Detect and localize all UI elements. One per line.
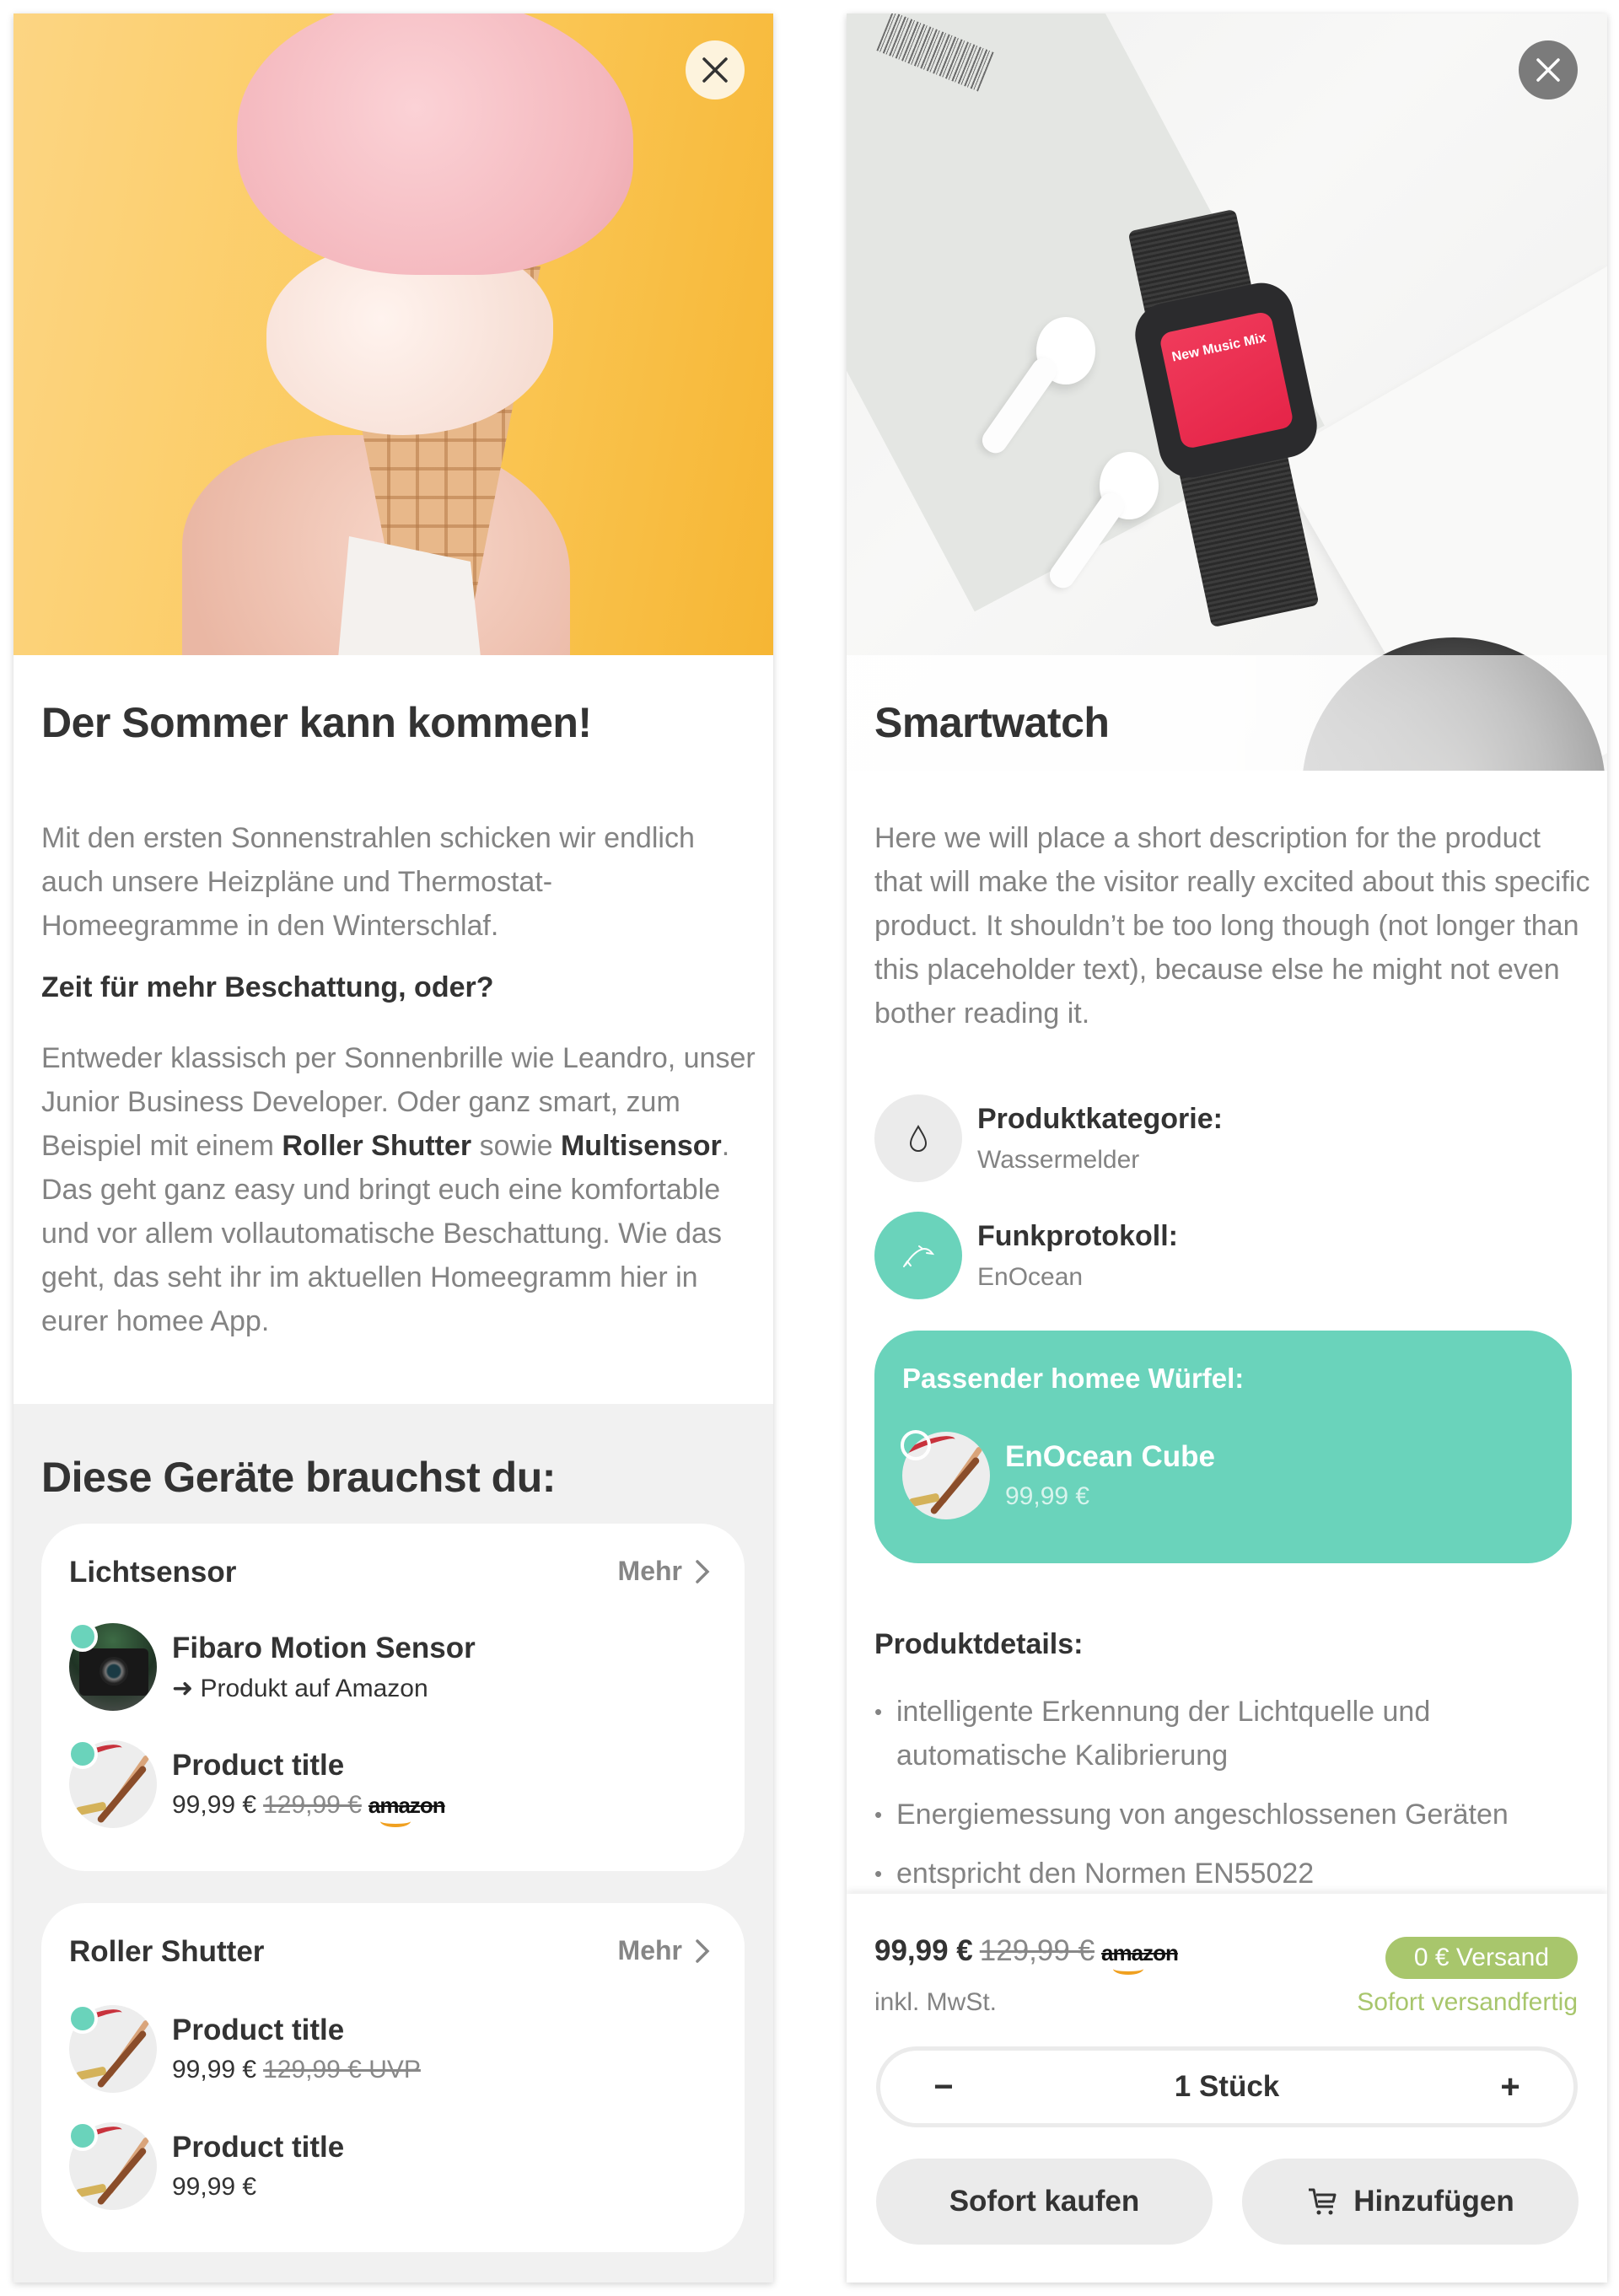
product-title: Product title [172, 1749, 345, 1782]
icon-circle [874, 1094, 962, 1182]
details-list: intelligente Erkennung der Lichtquelle u… [874, 1690, 1574, 1911]
scoop-shape [237, 13, 633, 275]
status-dot [67, 1621, 98, 1652]
cube-product-item[interactable]: EnOcean Cube 99,99 € [901, 1430, 1215, 1519]
buy-now-label: Sofort kaufen [949, 2185, 1140, 2218]
close-button[interactable] [686, 40, 745, 99]
device-group-title: Lichtsensor [69, 1556, 237, 1589]
amazon-product-link[interactable]: ➜ Produkt auf Amazon [172, 1674, 428, 1703]
product-title: Smartwatch [874, 699, 1110, 746]
product-item[interactable]: Product title 99,99 € 129,99 € UVP [67, 2003, 421, 2094]
devices-heading: Diese Geräte brauchst du: [41, 1454, 556, 1501]
watch-screen: New Music Mix [1158, 310, 1295, 450]
decrement-button[interactable]: − [927, 2068, 960, 2106]
chevron-right-icon [696, 1938, 710, 1963]
close-icon [1536, 58, 1560, 82]
details-item: intelligente Erkennung der Lichtquelle u… [874, 1690, 1574, 1777]
article-intro: Mit den ersten Sonnenstrahlen schicken w… [41, 822, 695, 942]
details-heading: Produktdetails: [874, 1628, 1084, 1660]
attribute-label: Funkprotokoll: [977, 1219, 1178, 1252]
product-old-price: 129,99 € [263, 1791, 362, 1819]
status-dot [67, 2121, 98, 2151]
multisensor-link[interactable]: Multisensor [561, 1130, 722, 1162]
shipping-badge: 0 € Versand [1385, 1937, 1578, 1979]
product-price: 99,99 € [172, 2173, 257, 2201]
attribute-protocol: Funkprotokoll: EnOcean [874, 1212, 1178, 1299]
cart-icon [1309, 2188, 1337, 2215]
attribute-value: Wassermelder [977, 1145, 1140, 1174]
article-subheading: Zeit für mehr Beschattung, oder? [41, 971, 494, 1003]
product-title: Fibaro Motion Sensor [172, 1631, 476, 1664]
hero-image-ice-cream [13, 13, 773, 655]
more-label: Mehr [617, 1556, 682, 1586]
product-item[interactable]: Product title 99,99 € 129,99 € amazon [67, 1739, 446, 1829]
amazon-logo: amazon [368, 1793, 446, 1827]
dolphin-icon [903, 1245, 935, 1267]
vat-note: inkl. MwSt. [874, 1988, 998, 2016]
cube-price: 99,99 € [1005, 1482, 1090, 1510]
attribute-label: Produktkategorie: [977, 1102, 1223, 1135]
buy-now-button[interactable]: Sofort kaufen [876, 2159, 1213, 2245]
devices-section: Diese Geräte brauchst du: Lichtsensor Me… [13, 1404, 773, 2283]
increment-button[interactable]: + [1493, 2068, 1527, 2106]
roller-shutter-link[interactable]: Roller Shutter [282, 1130, 471, 1162]
product-price: 99,99 € [172, 1791, 257, 1819]
product-thumbnail [67, 1739, 157, 1828]
product-thumbnail [901, 1430, 990, 1519]
device-group-title: Roller Shutter [69, 1935, 265, 1968]
amazon-logo: amazon [1101, 1940, 1179, 1975]
price-line: 99,99 € 129,99 € amazon [874, 1934, 1179, 1975]
product-card: New Music Mix Smartwatch Here we will pl… [847, 13, 1607, 2283]
device-group-roller-shutter: Roller Shutter Mehr Product title 99,99 … [41, 1903, 745, 2252]
product-thumbnail [67, 1621, 157, 1711]
icon-circle [874, 1212, 962, 1299]
device-group-lichtsensor: Lichtsensor Mehr Fibaro Motion Sensor ➜ … [41, 1524, 745, 1871]
product-thumbnail [67, 2003, 157, 2093]
article-card: Der Sommer kann kommen! Mit den ersten S… [13, 13, 773, 2283]
matching-cube-panel: Passender homee Würfel: EnOcean Cube 99,… [874, 1331, 1572, 1563]
hero-image-smartwatch: New Music Mix [847, 13, 1607, 771]
article-title: Der Sommer kann kommen! [41, 699, 592, 746]
water-drop-icon [909, 1125, 928, 1152]
product-title: Product title [172, 2131, 345, 2164]
more-link[interactable]: Mehr [618, 1935, 711, 1966]
add-to-cart-button[interactable]: Hinzufügen [1242, 2159, 1579, 2245]
close-icon [702, 57, 728, 83]
quantity-stepper: − 1 Stück + [876, 2046, 1578, 2127]
price: 99,99 € [874, 1934, 973, 1967]
attribute-category: Produktkategorie: Wassermelder [874, 1094, 1223, 1182]
attribute-value: EnOcean [977, 1262, 1084, 1291]
purchase-bar: 99,99 € 129,99 € amazon inkl. MwSt. 0 € … [847, 1894, 1607, 2283]
product-thumbnail [67, 2121, 157, 2210]
article-paragraph: Entweder klassisch per Sonnenbrille wie … [41, 1036, 758, 1343]
cube-name: EnOcean Cube [1005, 1440, 1215, 1473]
cube-panel-title: Passender homee Würfel: [902, 1363, 1245, 1394]
old-price: 129,99 € [979, 1934, 1095, 1967]
more-label: Mehr [617, 1935, 682, 1965]
details-item: entspricht den Normen EN55022 [874, 1852, 1574, 1895]
details-item: Energiemessung von angeschlossenen Gerät… [874, 1793, 1574, 1836]
quantity-value: 1 Stück [1174, 2070, 1280, 2103]
availability: Sofort versandfertig [1357, 1988, 1578, 2016]
add-to-cart-label: Hinzufügen [1353, 2185, 1514, 2218]
product-price: 99,99 € [172, 2056, 257, 2084]
product-item[interactable]: Fibaro Motion Sensor ➜ Produkt auf Amazo… [67, 1621, 476, 1712]
status-ring [901, 1430, 931, 1460]
paragraph-text: sowie [471, 1130, 561, 1162]
product-old-price: 129,99 € UVP [263, 2056, 421, 2084]
close-button[interactable] [1519, 40, 1578, 99]
chevron-right-icon [696, 1559, 710, 1584]
product-title: Product title [172, 2014, 345, 2046]
more-link[interactable]: Mehr [618, 1556, 711, 1587]
product-item[interactable]: Product title 99,99 € [67, 2121, 345, 2211]
status-dot [67, 1739, 98, 1769]
status-dot [67, 2003, 98, 2034]
product-description: Here we will place a short description f… [874, 822, 1590, 1030]
